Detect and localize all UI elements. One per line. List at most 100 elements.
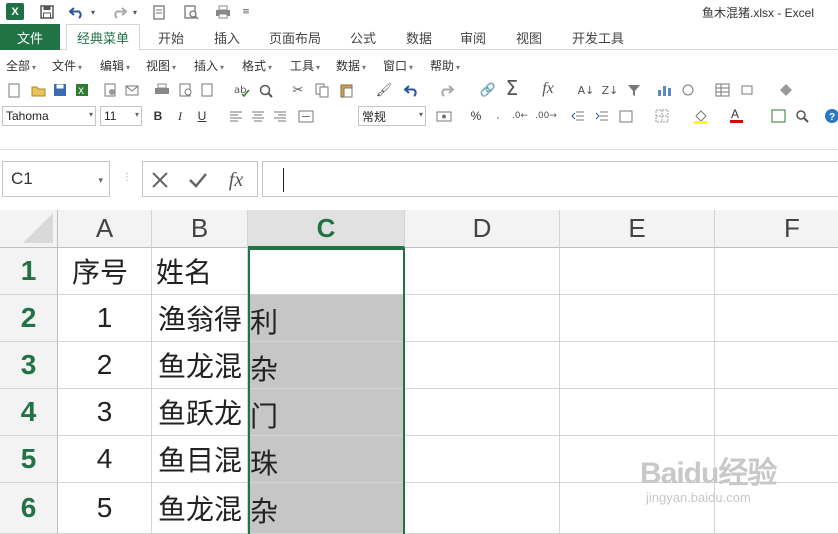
tab-view[interactable]: 视图	[506, 24, 552, 50]
select-all-corner[interactable]	[0, 210, 58, 248]
cell-a3[interactable]: 2	[58, 342, 152, 389]
currency-icon[interactable]	[436, 108, 452, 124]
drawing-icon[interactable]	[680, 82, 696, 98]
cell-a1[interactable]: 序号	[58, 248, 152, 295]
print-icon[interactable]	[154, 82, 170, 98]
row-header-3[interactable]: 3	[0, 342, 58, 389]
tab-file[interactable]: 文件	[0, 24, 60, 50]
menu-file[interactable]: 文件 ▾	[52, 57, 82, 74]
diamond-icon[interactable]	[778, 82, 794, 98]
cell-b4[interactable]: 鱼跃龙	[152, 389, 248, 436]
redo-icon[interactable]	[438, 82, 454, 98]
new-document-icon[interactable]	[6, 82, 22, 98]
cell-f2[interactable]	[715, 295, 838, 342]
export-icon[interactable]: X	[74, 82, 90, 98]
redo-dropdown-icon[interactable]: ▾	[130, 1, 140, 23]
cell-b5[interactable]: 鱼目混	[152, 436, 248, 483]
row-header-5[interactable]: 5	[0, 436, 58, 483]
merge-center-icon[interactable]	[298, 108, 314, 124]
tab-home[interactable]: 开始	[146, 24, 196, 50]
undo-icon[interactable]	[404, 82, 420, 98]
cell-d4[interactable]	[405, 389, 560, 436]
grip-handle[interactable]: ⋮	[122, 172, 132, 186]
cell-e1[interactable]	[560, 248, 715, 295]
name-box[interactable]: C1 ▾	[2, 161, 110, 197]
menu-edit[interactable]: 编辑 ▾	[100, 57, 130, 74]
autosum-icon[interactable]: Σ	[504, 76, 520, 100]
menu-format[interactable]: 格式 ▾	[242, 57, 272, 74]
cell-b1[interactable]: 姓名	[152, 248, 248, 295]
cell-b2[interactable]: 渔翁得	[152, 295, 248, 342]
column-header-b[interactable]: B	[152, 210, 248, 248]
research-icon[interactable]	[258, 82, 274, 98]
cell-f4[interactable]	[715, 389, 838, 436]
cell-e4[interactable]	[560, 389, 715, 436]
redo-icon[interactable]	[108, 1, 130, 23]
menu-help[interactable]: 帮助 ▾	[430, 57, 460, 74]
number-format-select[interactable]: 常规 ▾	[358, 106, 426, 126]
underline-button[interactable]: U	[194, 107, 210, 125]
cell-e2[interactable]	[560, 295, 715, 342]
email-icon[interactable]	[124, 82, 140, 98]
decrease-decimal-icon[interactable]: .00→	[535, 108, 557, 124]
row-header-2[interactable]: 2	[0, 295, 58, 342]
align-left-icon[interactable]	[228, 108, 244, 124]
menu-tools[interactable]: 工具 ▾	[290, 57, 320, 74]
cell-b6[interactable]: 鱼龙混	[152, 483, 248, 534]
sort-ascending-icon[interactable]: A↓	[578, 82, 595, 98]
save-icon[interactable]	[52, 82, 68, 98]
copy-icon[interactable]	[314, 82, 330, 98]
cell-c1[interactable]	[248, 248, 405, 295]
filter-icon[interactable]	[626, 82, 642, 98]
tab-page-layout[interactable]: 页面布局	[260, 24, 330, 50]
menu-data[interactable]: 数据 ▾	[336, 57, 366, 74]
spelling-icon[interactable]: ab	[234, 82, 250, 98]
column-header-d[interactable]: D	[405, 210, 560, 248]
cut-icon[interactable]: ✂	[290, 82, 306, 98]
menu-window[interactable]: 窗口 ▾	[383, 57, 413, 74]
row-header-4[interactable]: 4	[0, 389, 58, 436]
menu-insert[interactable]: 插入 ▾	[194, 57, 224, 74]
comma-style-icon[interactable]: ,	[490, 108, 506, 124]
column-header-e[interactable]: E	[560, 210, 715, 248]
sort-descending-icon[interactable]: Z↓	[602, 82, 619, 98]
cell-d1[interactable]	[405, 248, 560, 295]
format-painter-icon[interactable]: 🖌	[376, 82, 393, 98]
undo-icon[interactable]	[66, 1, 88, 23]
cell-d3[interactable]	[405, 342, 560, 389]
bold-button[interactable]: B	[150, 107, 166, 125]
row-header-6[interactable]: 6	[0, 483, 58, 534]
preview-zoom-icon[interactable]	[180, 1, 202, 23]
borders-icon[interactable]	[654, 108, 670, 124]
print-setup-icon[interactable]	[200, 82, 216, 98]
enter-check-icon[interactable]	[185, 168, 211, 192]
cell-d2[interactable]	[405, 295, 560, 342]
cell-e3[interactable]	[560, 342, 715, 389]
wrap-text-icon[interactable]	[618, 108, 634, 124]
font-name-select[interactable]: Tahoma ▾	[2, 106, 96, 126]
align-center-icon[interactable]	[250, 108, 266, 124]
cell-d5[interactable]	[405, 436, 560, 483]
tab-developer[interactable]: 开发工具	[562, 24, 634, 50]
chart-icon[interactable]	[656, 82, 672, 98]
cell-a4[interactable]: 3	[58, 389, 152, 436]
print-preview-icon[interactable]	[178, 82, 194, 98]
cell-a6[interactable]: 5	[58, 483, 152, 534]
save-icon[interactable]	[36, 1, 58, 23]
paste-icon[interactable]	[338, 82, 354, 98]
cancel-icon[interactable]	[147, 168, 173, 192]
permission-icon[interactable]	[102, 82, 118, 98]
column-header-a[interactable]: A	[58, 210, 152, 248]
tab-data[interactable]: 数据	[396, 24, 442, 50]
cell-f1[interactable]	[715, 248, 838, 295]
cell-a2[interactable]: 1	[58, 295, 152, 342]
tab-formulas[interactable]: 公式	[340, 24, 386, 50]
tab-insert[interactable]: 插入	[204, 24, 250, 50]
column-header-c[interactable]: C	[248, 210, 405, 248]
undo-dropdown-icon[interactable]: ▾	[88, 1, 98, 23]
print-preview-icon[interactable]	[148, 1, 170, 23]
decrease-indent-icon[interactable]	[570, 108, 586, 124]
table-icon[interactable]	[714, 82, 730, 98]
column-header-f[interactable]: F	[715, 210, 838, 248]
align-right-icon[interactable]	[272, 108, 288, 124]
